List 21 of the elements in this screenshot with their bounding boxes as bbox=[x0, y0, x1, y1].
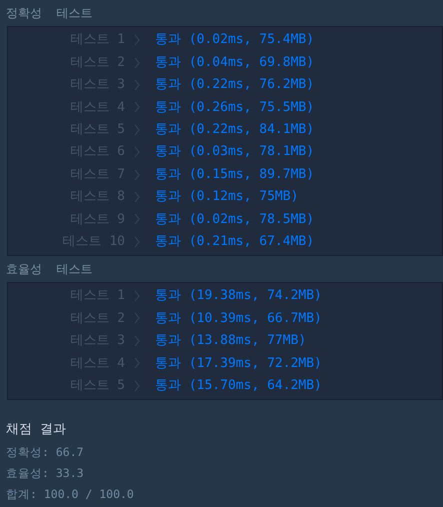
section-title: 효율성 테스트 bbox=[6, 260, 92, 278]
test-result: 통과 (15.70ms, 64.2MB) bbox=[155, 376, 322, 395]
test-result: 통과 (0.04ms, 69.8MB) bbox=[155, 54, 314, 72]
score-line: 합계: 100.0 / 100.0 bbox=[6, 486, 135, 503]
test-result: 통과 (10.39ms, 66.7MB) bbox=[155, 310, 322, 328]
test-result: 통과 (0.02ms, 75.4MB) bbox=[155, 31, 314, 50]
test-result: 통과 (0.12ms, 75MB) bbox=[155, 188, 298, 206]
test-result: 통과 (0.15ms, 89.7MB) bbox=[155, 166, 314, 184]
score-line: 정확성: 66.7 bbox=[6, 444, 85, 461]
test-result: 통과 (19.38ms, 74.2MB) bbox=[155, 287, 322, 306]
test-result: 통과 (0.02ms, 78.5MB) bbox=[155, 210, 314, 229]
test-result: 통과 (0.26ms, 75.5MB) bbox=[155, 98, 314, 117]
test-result: 통과 (0.21ms, 67.4MB) bbox=[155, 232, 314, 251]
summary-title: 채점 결과 bbox=[6, 420, 67, 439]
test-result: 통과 (0.22ms, 76.2MB) bbox=[155, 76, 314, 94]
test-result: 통과 (0.03ms, 78.1MB) bbox=[155, 143, 314, 162]
test-result: 통과 (17.39ms, 72.2MB) bbox=[155, 354, 322, 373]
score-line: 효율성: 33.3 bbox=[6, 464, 85, 482]
test-result: 통과 (0.22ms, 84.1MB) bbox=[155, 121, 314, 139]
section-title: 정확성 테스트 bbox=[6, 5, 92, 22]
test-result: 통과 (13.88ms, 77MB) bbox=[155, 332, 306, 350]
